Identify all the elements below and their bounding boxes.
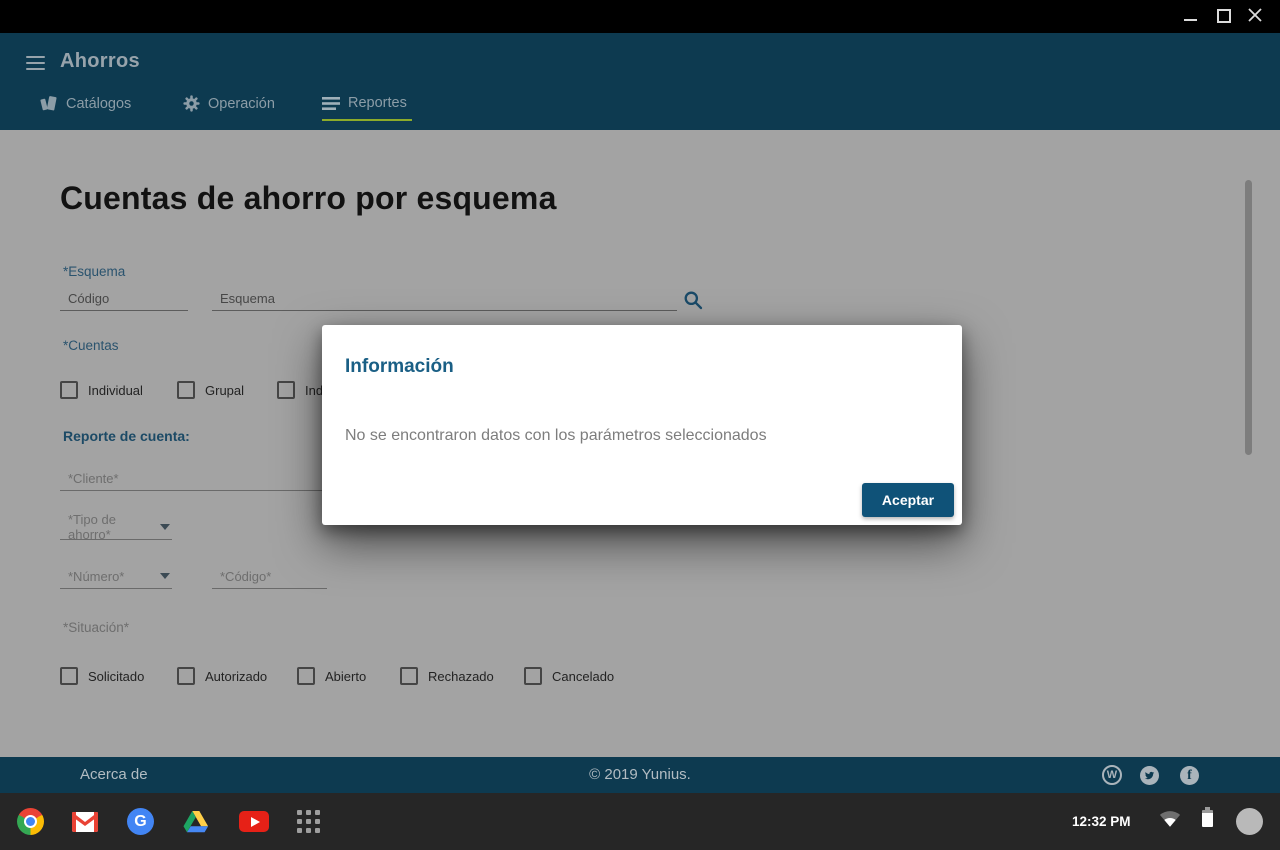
numero-select[interactable]: *Número* xyxy=(60,567,172,589)
apps-grid-icon[interactable] xyxy=(296,793,320,850)
situacion-label: *Situación* xyxy=(63,620,129,635)
chevron-down-icon xyxy=(160,524,170,530)
gear-icon xyxy=(183,95,200,112)
checkbox-box[interactable] xyxy=(177,667,195,685)
wifi-icon[interactable] xyxy=(1159,810,1181,832)
wordpress-icon[interactable]: W xyxy=(1102,765,1122,785)
tab-operacion[interactable]: Operación xyxy=(183,95,275,112)
checkbox-box[interactable] xyxy=(400,667,418,685)
page-title: Cuentas de ahorro por esquema xyxy=(60,180,557,217)
cuentas-section-label: *Cuentas xyxy=(63,338,119,353)
chromeos-desktop: { "titlebar": { "minimize": "minimize", … xyxy=(0,0,1280,850)
chromeos-shelf: G 12:32 PM xyxy=(0,793,1280,850)
codigo-input[interactable] xyxy=(212,567,327,589)
tab-label: Operación xyxy=(208,96,275,112)
tab-label: Reportes xyxy=(348,95,407,111)
active-tab-underline xyxy=(322,119,412,121)
info-dialog: Información No se encontraron datos con … xyxy=(322,325,962,525)
menu-icon[interactable] xyxy=(26,56,45,70)
aceptar-button[interactable]: Aceptar xyxy=(862,483,954,517)
app-header: Ahorros Catálogos Operación xyxy=(0,33,1280,130)
checkbox-box[interactable] xyxy=(177,381,195,399)
vertical-scrollbar[interactable] xyxy=(1245,180,1252,455)
checkbox-box[interactable] xyxy=(297,667,315,685)
search-icon[interactable] xyxy=(683,290,703,310)
battery-icon[interactable] xyxy=(1202,807,1213,829)
tab-reportes[interactable]: Reportes xyxy=(322,95,407,111)
checkbox-box[interactable] xyxy=(524,667,542,685)
drive-icon[interactable] xyxy=(183,793,209,850)
dialog-message: No se encontraron datos con los parámetr… xyxy=(345,427,767,445)
checkbox-abierto[interactable]: Abierto xyxy=(297,667,366,685)
checkbox-solicitado[interactable]: Solicitado xyxy=(60,667,144,685)
chrome-icon[interactable] xyxy=(17,793,44,850)
window-titlebar xyxy=(0,0,1280,33)
account-avatar[interactable] xyxy=(1236,808,1263,835)
library-books-icon xyxy=(40,95,58,112)
twitter-icon[interactable] xyxy=(1140,766,1159,785)
checkbox-cancelado[interactable]: Cancelado xyxy=(524,667,614,685)
app-footer: Acerca de © 2019 Yunius. W f xyxy=(0,757,1280,793)
chevron-down-icon xyxy=(160,573,170,579)
esquema-input[interactable] xyxy=(212,289,677,311)
checkbox-box[interactable] xyxy=(60,381,78,399)
esquema-section-label: *Esquema xyxy=(63,264,125,279)
checkbox-individual[interactable]: Individual xyxy=(60,381,143,399)
checkbox-box[interactable] xyxy=(277,381,295,399)
checkbox-box[interactable] xyxy=(60,667,78,685)
tab-catalogos[interactable]: Catálogos xyxy=(40,95,131,112)
maximize-icon[interactable] xyxy=(1217,9,1231,23)
tipo-de-ahorro-select[interactable]: *Tipo de ahorro* xyxy=(60,518,172,540)
gmail-icon[interactable] xyxy=(72,793,98,850)
facebook-icon[interactable]: f xyxy=(1180,766,1199,785)
app-title: Ahorros xyxy=(60,50,140,73)
minimize-icon[interactable] xyxy=(1184,19,1197,21)
copyright-text: © 2019 Yunius. xyxy=(0,766,1280,783)
checkbox-grupal[interactable]: Grupal xyxy=(177,381,244,399)
esquema-codigo-input[interactable] xyxy=(60,289,188,311)
clock[interactable]: 12:32 PM xyxy=(1072,793,1131,850)
checkbox-ind[interactable]: Ind xyxy=(277,381,323,399)
reporte-section-label: Reporte de cuenta: xyxy=(63,428,190,444)
youtube-icon[interactable] xyxy=(239,793,269,850)
tab-label: Catálogos xyxy=(66,96,131,112)
google-icon[interactable]: G xyxy=(127,793,154,850)
close-icon[interactable] xyxy=(1247,7,1263,23)
checkbox-autorizado[interactable]: Autorizado xyxy=(177,667,267,685)
dialog-title: Información xyxy=(345,356,454,378)
report-lines-icon xyxy=(322,97,340,110)
checkbox-rechazado[interactable]: Rechazado xyxy=(400,667,494,685)
